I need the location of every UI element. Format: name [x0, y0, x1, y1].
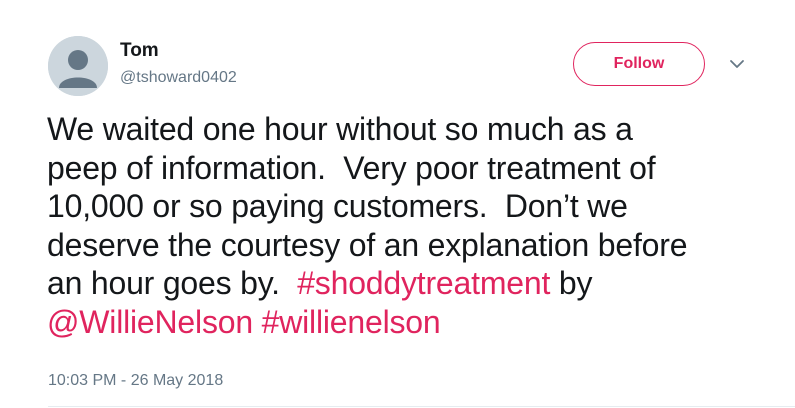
- divider: [48, 406, 795, 407]
- default-avatar-icon: [48, 36, 108, 96]
- mention-link-willienelson[interactable]: @WillieNelson: [47, 304, 253, 340]
- author-handle[interactable]: @tshoward0402: [120, 68, 237, 88]
- tweet-text: We waited one hour without so much as a …: [47, 110, 767, 341]
- tweet-text-line: an hour goes by. #shoddytreatment by: [47, 264, 767, 303]
- chevron-down-icon[interactable]: [727, 54, 747, 74]
- tweet-text-line: peep of information. Very poor treatment…: [47, 149, 656, 186]
- tweet-card: Tom @tshoward0402 Follow We waited one h…: [0, 0, 795, 408]
- tweet-text-line: deserve the courtesy of an explanation b…: [47, 226, 688, 263]
- author-display-name[interactable]: Tom: [120, 40, 159, 62]
- tweet-text-line: We waited one hour without so much as a: [47, 111, 633, 147]
- tweet-text-segment: by: [550, 265, 593, 301]
- hashtag-link-shoddytreatment[interactable]: #shoddytreatment: [297, 265, 550, 301]
- tweet-text-line: @WillieNelson #willienelson: [47, 303, 767, 342]
- avatar[interactable]: [48, 36, 108, 96]
- follow-button[interactable]: Follow: [573, 42, 705, 86]
- hashtag-link-willienelson[interactable]: #willienelson: [262, 304, 441, 340]
- tweet-text-line: 10,000 or so paying customers. Don’t we: [47, 188, 628, 224]
- tweet-timestamp[interactable]: 10:03 PM - 26 May 2018: [48, 371, 223, 391]
- tweet-text-segment: an hour goes by.: [47, 265, 298, 301]
